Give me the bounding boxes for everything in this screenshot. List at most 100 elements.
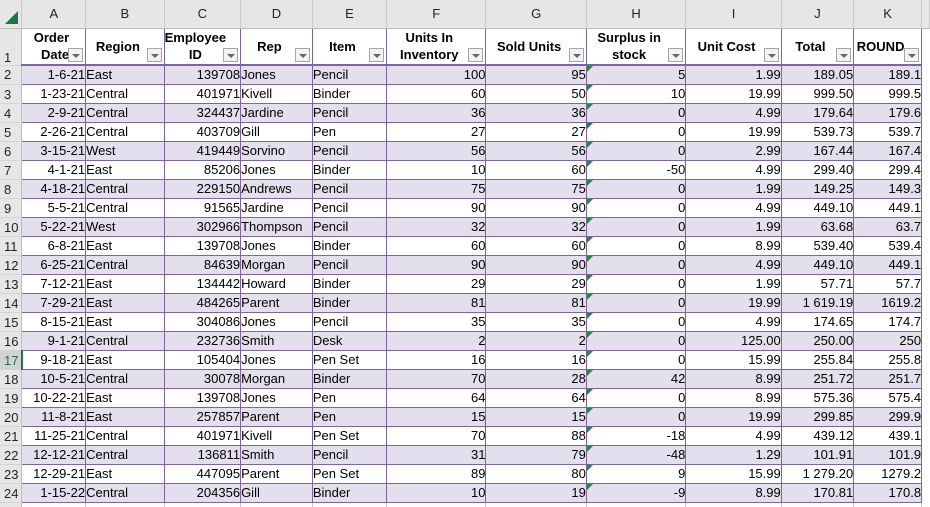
filter-dropdown-icon[interactable]	[146, 48, 162, 62]
cell-sold-units[interactable]: 79	[485, 445, 587, 465]
cell-total[interactable]: 449.10	[780, 198, 855, 218]
cell-rep[interactable]: Thompson	[240, 217, 313, 237]
cell-rep[interactable]: Gill	[240, 122, 313, 142]
header-cell-round[interactable]: ROUND	[853, 27, 923, 66]
error-indicator-icon[interactable]	[587, 237, 593, 243]
cell-region[interactable]: Central	[85, 426, 165, 446]
cell-employee-id[interactable]: 134442	[163, 274, 242, 294]
cell-rep[interactable]: Sorvino	[240, 141, 313, 161]
cell-units-in-inventory[interactable]: 89	[386, 464, 487, 484]
cell-unit-cost[interactable]: 19.99	[685, 122, 782, 142]
cell-unit-cost[interactable]: 4.99	[685, 255, 782, 275]
cell-employee-id[interactable]: 232736	[163, 331, 242, 351]
cell-round[interactable]: 255.8	[853, 350, 923, 370]
cell-surplus-in-stock[interactable]: 5	[585, 65, 687, 85]
column-header-g[interactable]: G	[485, 0, 587, 29]
row-number[interactable]: 16	[0, 331, 23, 351]
cell-units-in-inventory[interactable]: 16	[386, 350, 487, 370]
cell-employee-id[interactable]: 401971	[163, 426, 242, 446]
row-number[interactable]: 7	[0, 160, 23, 180]
row-number[interactable]	[0, 502, 23, 507]
cell-unit-cost[interactable]: 19.99	[685, 293, 782, 313]
cell-total[interactable]: 539.40	[780, 236, 855, 256]
cell-unit-cost[interactable]: 1.99	[685, 65, 782, 85]
cell-unit-cost[interactable]: 15.99	[685, 350, 782, 370]
column-header-i[interactable]: I	[685, 0, 782, 29]
cell-sold-units[interactable]: 80	[485, 464, 587, 484]
cell-total[interactable]: 101.91	[780, 445, 855, 465]
cell-item[interactable]: Pencil	[311, 217, 388, 237]
empty-cell[interactable]	[685, 502, 782, 507]
column-header-d[interactable]: D	[240, 0, 313, 29]
cell-units-in-inventory[interactable]: 90	[386, 255, 487, 275]
cell-item[interactable]: Binder	[311, 369, 388, 389]
cell-surplus-in-stock[interactable]: -50	[585, 160, 687, 180]
cell-item[interactable]: Pen	[311, 122, 388, 142]
cell-surplus-in-stock[interactable]: 0	[585, 198, 687, 218]
cell-total[interactable]: 57.71	[780, 274, 855, 294]
filter-dropdown-icon[interactable]	[223, 48, 239, 62]
cell-surplus-in-stock[interactable]: 0	[585, 255, 687, 275]
cell-unit-cost[interactable]: 1.99	[685, 179, 782, 199]
cell-item[interactable]: Desk	[311, 331, 388, 351]
error-indicator-icon[interactable]	[587, 180, 593, 186]
cell-surplus-in-stock[interactable]: 0	[585, 236, 687, 256]
cell-rep[interactable]: Jones	[240, 65, 313, 85]
cell-round[interactable]: 999.5	[853, 84, 923, 104]
cell-units-in-inventory[interactable]: 70	[386, 369, 487, 389]
cell-rep[interactable]: Jones	[240, 236, 313, 256]
cell-sold-units[interactable]: 32	[485, 217, 587, 237]
select-all-button[interactable]	[0, 0, 23, 29]
empty-cell[interactable]	[386, 502, 487, 507]
header-cell-units-in-inventory[interactable]: Units In Inventory	[386, 27, 487, 66]
cell-employee-id[interactable]: 136811	[163, 445, 242, 465]
cell-round[interactable]: 250	[853, 331, 923, 351]
cell-region[interactable]: Central	[85, 103, 165, 123]
cell-order-date[interactable]: 10-5-21	[21, 369, 87, 389]
cell-region[interactable]: Central	[85, 179, 165, 199]
cell-round[interactable]: 299.9	[853, 407, 923, 427]
header-cell-sold-units[interactable]: Sold Units	[485, 27, 587, 66]
cell-units-in-inventory[interactable]: 60	[386, 236, 487, 256]
cell-unit-cost[interactable]: 125.00	[685, 331, 782, 351]
cell-item[interactable]: Pencil	[311, 312, 388, 332]
cell-sold-units[interactable]: 81	[485, 293, 587, 313]
row-number[interactable]: 10	[0, 217, 23, 237]
cell-total[interactable]: 63.68	[780, 217, 855, 237]
cell-round[interactable]: 1279.2	[853, 464, 923, 484]
cell-employee-id[interactable]: 85206	[163, 160, 242, 180]
cell-item[interactable]: Binder	[311, 483, 388, 503]
cell-unit-cost[interactable]: 8.99	[685, 388, 782, 408]
cell-region[interactable]: Central	[85, 445, 165, 465]
row-number[interactable]: 23	[0, 464, 23, 484]
row-number[interactable]: 22	[0, 445, 23, 465]
cell-order-date[interactable]: 5-22-21	[21, 217, 87, 237]
row-number[interactable]: 2	[0, 65, 23, 85]
cell-total[interactable]: 167.44	[780, 141, 855, 161]
cell-sold-units[interactable]: 16	[485, 350, 587, 370]
cell-employee-id[interactable]: 302966	[163, 217, 242, 237]
cell-units-in-inventory[interactable]: 70	[386, 426, 487, 446]
cell-units-in-inventory[interactable]: 60	[386, 84, 487, 104]
cell-rep[interactable]: Andrews	[240, 179, 313, 199]
cell-units-in-inventory[interactable]: 10	[386, 160, 487, 180]
cell-item[interactable]: Pencil	[311, 198, 388, 218]
cell-item[interactable]: Pencil	[311, 103, 388, 123]
cell-rep[interactable]: Jones	[240, 350, 313, 370]
cell-region[interactable]: East	[85, 350, 165, 370]
cell-round[interactable]: 575.4	[853, 388, 923, 408]
error-indicator-icon[interactable]	[587, 275, 593, 281]
cell-surplus-in-stock[interactable]: 0	[585, 312, 687, 332]
empty-cell[interactable]	[311, 502, 388, 507]
cell-sold-units[interactable]: 29	[485, 274, 587, 294]
cell-sold-units[interactable]: 2	[485, 331, 587, 351]
empty-cell[interactable]	[485, 502, 587, 507]
cell-employee-id[interactable]: 229150	[163, 179, 242, 199]
cell-unit-cost[interactable]: 1.99	[685, 274, 782, 294]
cell-rep[interactable]: Parent	[240, 464, 313, 484]
cell-rep[interactable]: Smith	[240, 331, 313, 351]
cell-units-in-inventory[interactable]: 64	[386, 388, 487, 408]
cell-item[interactable]: Pencil	[311, 255, 388, 275]
row-number[interactable]: 1	[0, 28, 23, 66]
cell-employee-id[interactable]: 105404	[163, 350, 242, 370]
